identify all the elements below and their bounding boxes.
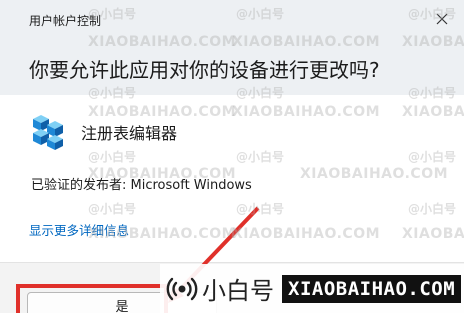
desktop: 用户帐户控制 你要允许此应用对你的设备进行更改吗? 注册表编辑器 已验证的发布者…: [0, 0, 464, 313]
brand-name-cn: 小白号: [202, 277, 274, 305]
brand-name-en: XIAOBAIHAO.COM: [282, 274, 462, 303]
brand-watermark: 小白号 XIAOBAIHAO.COM: [160, 264, 464, 313]
broadcast-icon: [166, 277, 198, 300]
